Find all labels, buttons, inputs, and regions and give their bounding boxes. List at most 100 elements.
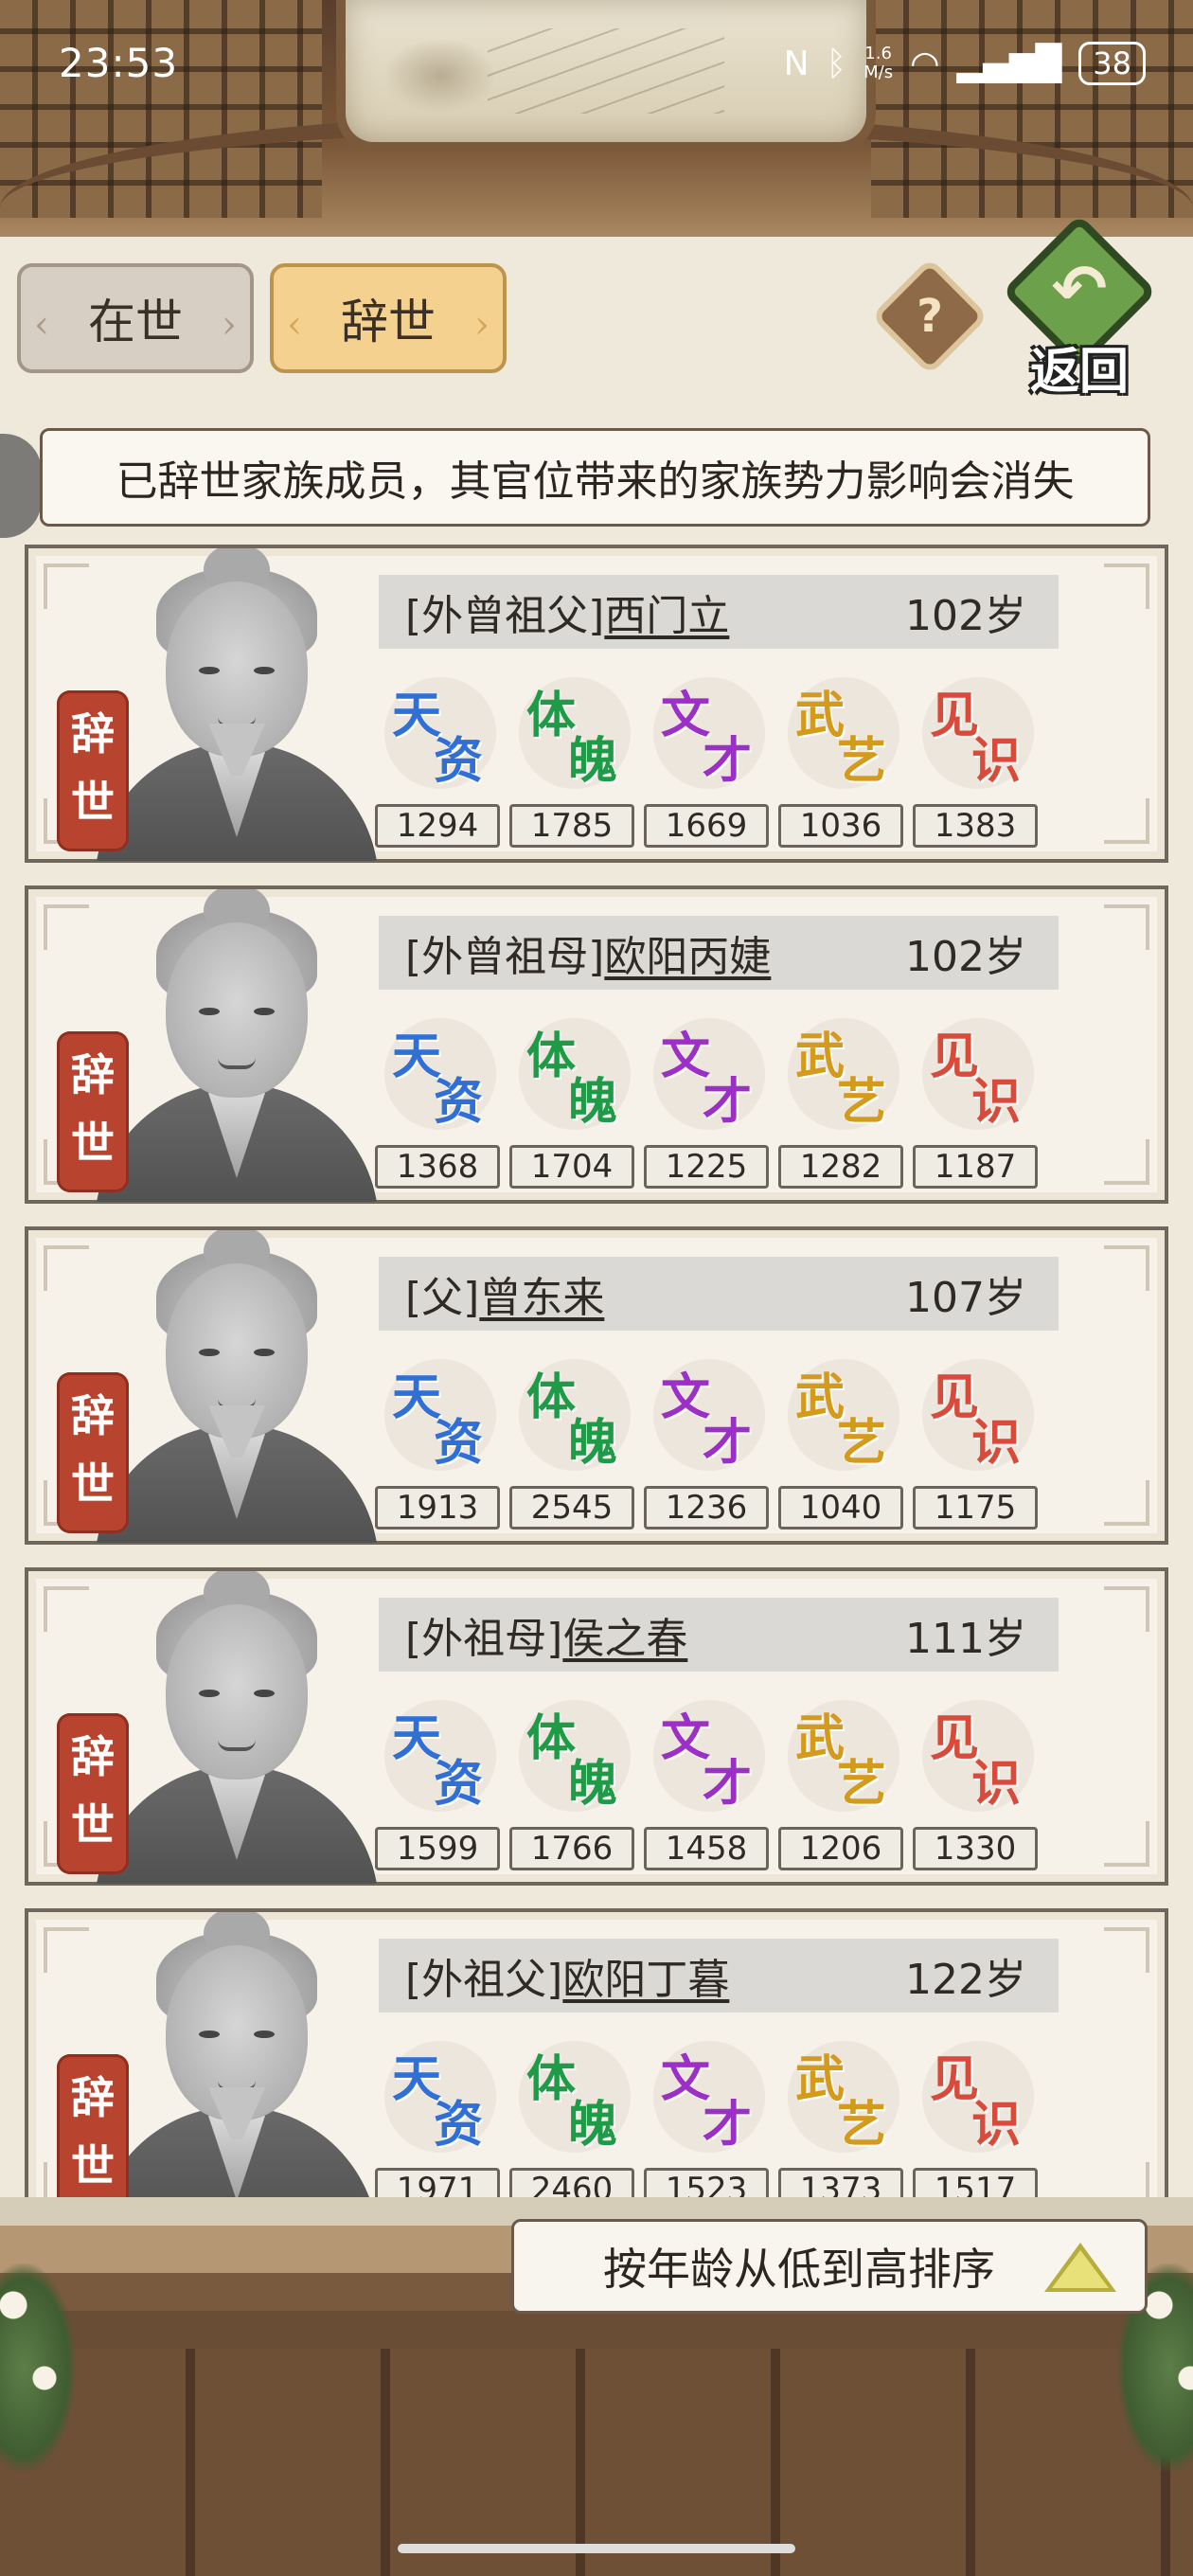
member-card[interactable]: 辞世 [外曾祖父] 西门立 102岁天资 1294 体魄 1785 文才 1669 武艺 1036 见… bbox=[25, 545, 1168, 863]
stat-label: 见识 bbox=[913, 1694, 1036, 1817]
signal-icon: ▂▄▆█ bbox=[956, 44, 1062, 83]
stat-value: 1330 bbox=[913, 1827, 1038, 1870]
stat-block: 武艺 1040 bbox=[778, 1353, 903, 1530]
stat-label: 体魄 bbox=[509, 1012, 632, 1136]
stat-value: 1175 bbox=[913, 1486, 1038, 1530]
deceased-stamp: 辞世 bbox=[57, 1713, 129, 1874]
stat-label-char: 才 bbox=[703, 732, 753, 790]
card-corner bbox=[1104, 904, 1149, 950]
stat-label-char: 艺 bbox=[837, 2096, 887, 2154]
stat-value: 1523 bbox=[644, 2168, 769, 2197]
stat-value: 2460 bbox=[509, 2168, 634, 2197]
member-age: 122岁 bbox=[905, 1956, 1026, 2004]
stat-block: 见识 1383 bbox=[913, 671, 1038, 848]
stat-block: 见识 1175 bbox=[913, 1353, 1038, 1530]
stat-label-char: 艺 bbox=[837, 732, 887, 790]
member-card[interactable]: 辞世 [外祖父] 欧阳丁暮 122岁天资 1971 体魄 2460 文才 1523 武艺 1373 见… bbox=[25, 1908, 1168, 2197]
stat-block: 天资 1971 bbox=[375, 2035, 500, 2197]
stat-value: 1225 bbox=[644, 1145, 769, 1189]
deceased-stamp: 辞世 bbox=[57, 2054, 129, 2197]
stamp-char: 辞 bbox=[71, 1390, 115, 1441]
card-corner bbox=[1104, 564, 1149, 609]
back-button[interactable]: ↶ 返回 bbox=[1001, 213, 1158, 401]
stat-label: 武艺 bbox=[778, 671, 901, 795]
stat-value: 1766 bbox=[509, 1827, 634, 1870]
stat-block: 武艺 1206 bbox=[778, 1694, 903, 1870]
stat-value: 1187 bbox=[913, 1145, 1038, 1189]
stat-label-char: 魄 bbox=[568, 732, 618, 790]
stat-label-char: 识 bbox=[971, 1755, 1022, 1813]
stat-block: 文才 1458 bbox=[644, 1694, 769, 1870]
stat-value: 1294 bbox=[375, 804, 500, 848]
stat-block: 文才 1236 bbox=[644, 1353, 769, 1530]
stat-label: 天资 bbox=[375, 671, 498, 795]
bluetooth-icon: ᛒ bbox=[826, 44, 847, 83]
member-age: 102岁 bbox=[905, 933, 1026, 981]
card-corner bbox=[1104, 1927, 1149, 1973]
stat-value: 2545 bbox=[509, 1486, 634, 1530]
stat-label: 体魄 bbox=[509, 1353, 632, 1476]
member-name[interactable]: 欧阳丙婕 bbox=[604, 922, 771, 983]
stamp-char: 辞 bbox=[71, 1049, 115, 1100]
stat-label-char: 才 bbox=[703, 2096, 753, 2154]
member-card[interactable]: 辞世 [外祖母] 侯之春 111岁天资 1599 体魄 1766 文才 1458 武艺 1206 见识… bbox=[25, 1567, 1168, 1886]
member-name[interactable]: 西门立 bbox=[604, 581, 729, 642]
chevron-left-icon: ‹ bbox=[287, 303, 302, 347]
card-corner bbox=[1104, 1821, 1149, 1867]
sort-label: 按年龄从低到高排序 bbox=[603, 2244, 995, 2295]
tab-alive-label: 在世 bbox=[88, 295, 183, 349]
stat-value: 1040 bbox=[778, 1486, 903, 1530]
member-list[interactable]: 辞世 [外曾祖父] 西门立 102岁天资 1294 体魄 1785 文才 1669 武艺 1036 见… bbox=[0, 545, 1193, 2197]
member-name-bar: [外祖母] 侯之春 111岁 bbox=[379, 1598, 1059, 1672]
stat-value: 1785 bbox=[509, 804, 634, 848]
stamp-char: 辞 bbox=[71, 2072, 115, 2123]
stat-label-char: 识 bbox=[971, 1073, 1022, 1131]
chevron-left-icon: ‹ bbox=[34, 303, 49, 347]
stat-block: 武艺 1036 bbox=[778, 671, 903, 848]
net-speed-unit: M/s bbox=[864, 63, 894, 82]
card-corner bbox=[1104, 1480, 1149, 1526]
member-age: 111岁 bbox=[905, 1615, 1026, 1663]
member-name[interactable]: 欧阳丁暮 bbox=[562, 1945, 729, 2006]
stat-label: 天资 bbox=[375, 2035, 498, 2158]
member-name[interactable]: 侯之春 bbox=[562, 1604, 687, 1665]
chevron-right-icon: › bbox=[474, 303, 490, 347]
stat-label: 体魄 bbox=[509, 1694, 632, 1817]
stat-value: 1913 bbox=[375, 1486, 500, 1530]
stat-block: 武艺 1373 bbox=[778, 2035, 903, 2197]
stamp-char: 世 bbox=[71, 2140, 115, 2191]
stat-label: 见识 bbox=[913, 2035, 1036, 2158]
stat-label-char: 资 bbox=[434, 1414, 484, 1472]
tab-alive[interactable]: ‹ 在世 › bbox=[17, 263, 254, 373]
stat-label-char: 资 bbox=[434, 2096, 484, 2154]
member-card[interactable]: 辞世 [父] 曾东来 107岁天资 1913 体魄 2545 文才 1236 武艺 1040 见识 11… bbox=[25, 1226, 1168, 1545]
member-card[interactable]: 辞世 [外曾祖母] 欧阳丙婕 102岁天资 1368 体魄 1704 文才 1225 武艺 1282… bbox=[25, 886, 1168, 1204]
stat-label: 天资 bbox=[375, 1012, 498, 1136]
member-kinship: [外曾祖父] bbox=[405, 592, 605, 640]
stat-value: 1368 bbox=[375, 1145, 500, 1189]
tab-deceased[interactable]: ‹ 辞世 › bbox=[270, 263, 507, 373]
home-indicator[interactable] bbox=[398, 2544, 795, 2553]
stat-label-char: 资 bbox=[434, 732, 484, 790]
member-name[interactable]: 曾东来 bbox=[479, 1263, 604, 1324]
stamp-char: 辞 bbox=[71, 708, 115, 760]
stat-label: 体魄 bbox=[509, 671, 632, 795]
deceased-stamp: 辞世 bbox=[57, 690, 129, 851]
flower-decor-left bbox=[0, 2263, 76, 2472]
stat-label: 见识 bbox=[913, 1012, 1036, 1136]
stat-value: 1036 bbox=[778, 804, 903, 848]
deceased-stamp: 辞世 bbox=[57, 1031, 129, 1192]
stat-value: 1282 bbox=[778, 1145, 903, 1189]
sort-button[interactable]: 按年龄从低到高排序 bbox=[511, 2219, 1148, 2314]
stat-block: 见识 1517 bbox=[913, 2035, 1038, 2197]
battery-level: 38 bbox=[1093, 45, 1131, 81]
stat-label-char: 艺 bbox=[837, 1414, 887, 1472]
stat-label-char: 魄 bbox=[568, 1755, 618, 1813]
stat-block: 文才 1523 bbox=[644, 2035, 769, 2197]
stat-value: 1373 bbox=[778, 2168, 903, 2197]
card-corner bbox=[1104, 1245, 1149, 1291]
member-age: 107岁 bbox=[905, 1274, 1026, 1322]
stat-block: 武艺 1282 bbox=[778, 1012, 903, 1189]
deceased-stamp: 辞世 bbox=[57, 1372, 129, 1533]
stat-value: 1971 bbox=[375, 2168, 500, 2197]
